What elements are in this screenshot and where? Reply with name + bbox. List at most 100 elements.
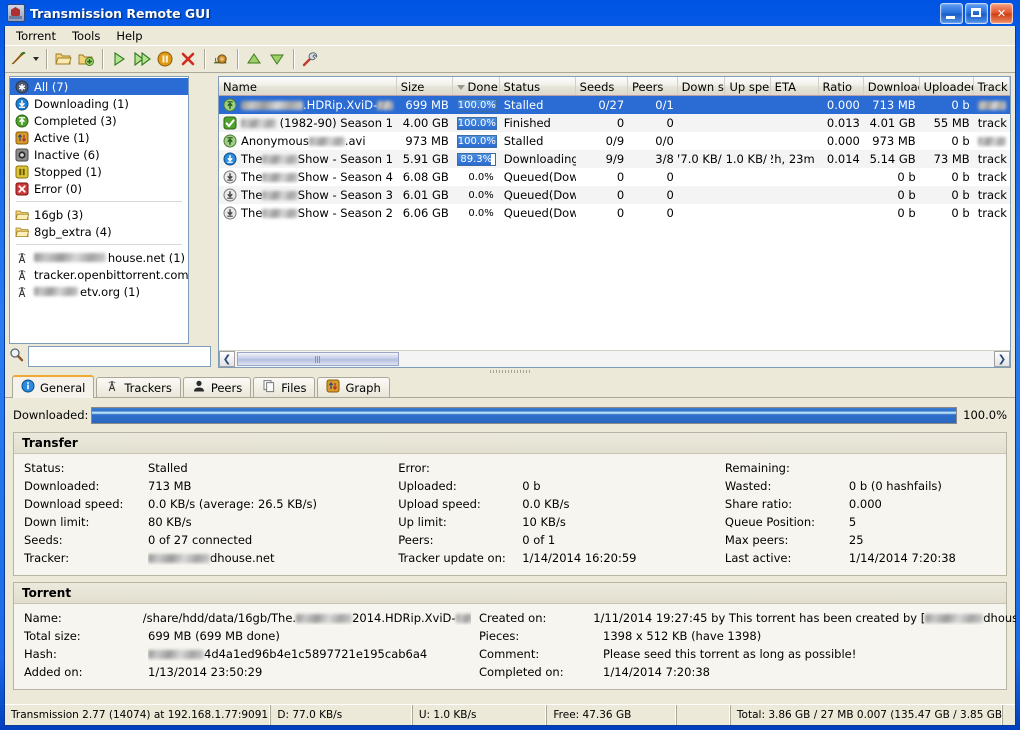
column-label: Peers <box>632 80 663 94</box>
sidebar-item-tracker-3[interactable]: etv.org (1) <box>10 283 188 300</box>
close-button[interactable]: ✕ <box>990 3 1013 24</box>
field-value: 713 MB <box>148 479 191 493</box>
tab-trackers[interactable]: Trackers <box>96 377 180 397</box>
app-icon <box>7 4 25 22</box>
scroll-left-button[interactable]: ❮ <box>219 351 235 367</box>
move-down-button[interactable] <box>266 48 288 70</box>
column-header-done[interactable]: Done <box>453 77 500 95</box>
torrent-seeds: 0 <box>576 186 628 204</box>
table-row[interactable]: The Show - Season 4 6.08 GB 0.0% Queued(… <box>219 168 1010 186</box>
table-row[interactable]: .HDRip.XviD- 699 MB 100.0% Stalled 0/27 … <box>219 96 1010 114</box>
column-header-downloaded[interactable]: Downloade <box>864 77 920 95</box>
torrent-up-speed <box>726 132 771 150</box>
torrent-down-speed <box>678 132 726 150</box>
horizontal-splitter[interactable] <box>5 368 1015 375</box>
table-row[interactable]: The Show - Season 2 6.06 GB 0.0% Queued(… <box>219 204 1010 222</box>
remove-torrent-button[interactable] <box>177 48 199 70</box>
scrollbar-track[interactable] <box>235 351 994 367</box>
column-header-status[interactable]: Status <box>500 77 576 95</box>
sidebar-item-error[interactable]: Error (0) <box>10 180 188 197</box>
sidebar-item-active[interactable]: Active (1) <box>10 129 188 146</box>
scrollbar-thumb[interactable] <box>237 352 399 366</box>
move-up-button[interactable] <box>243 48 265 70</box>
sidebar-item-downloading[interactable]: Downloading (1) <box>10 95 188 112</box>
torrent-peers: 0 <box>628 168 678 186</box>
maximize-button[interactable] <box>965 3 988 24</box>
pause-torrent-button[interactable] <box>154 48 176 70</box>
options-button[interactable] <box>299 48 321 70</box>
start-torrent-button[interactable] <box>108 48 130 70</box>
add-link-button[interactable] <box>75 48 97 70</box>
menu-torrent[interactable]: Torrent <box>8 27 64 45</box>
sidebar-item-tracker-2[interactable]: tracker.openbittorrent.com (5 <box>10 266 188 283</box>
open-folder-button[interactable] <box>52 48 74 70</box>
tab-graph[interactable]: Graph <box>317 377 389 397</box>
minimize-button[interactable] <box>940 3 963 24</box>
column-header-eta[interactable]: ETA <box>771 77 819 95</box>
tracker-icon <box>15 251 29 265</box>
column-header-ratio[interactable]: Ratio <box>819 77 864 95</box>
sidebar-item-inactive[interactable]: Inactive (6) <box>10 146 188 163</box>
column-header-peers[interactable]: Peers <box>628 77 678 95</box>
sort-descending-icon <box>457 85 465 90</box>
table-row[interactable]: Anonymous .avi 973 MB 100.0% Stalled 0/9… <box>219 132 1010 150</box>
status-spacer <box>677 705 731 725</box>
redacted-text <box>148 554 210 563</box>
field-value: 1/14/2014 16:20:59 <box>522 551 636 565</box>
torrent-uploaded: 0 b <box>920 204 974 222</box>
tab-general[interactable]: General <box>12 375 94 398</box>
torrent-name-suffix: Show - Season 3 <box>298 188 393 202</box>
tab-peers[interactable]: Peers <box>183 377 251 397</box>
redacted-text <box>34 253 106 262</box>
alt-speed-button[interactable] <box>210 48 232 70</box>
sidebar-search-row <box>5 344 215 368</box>
redacted-text <box>456 614 471 623</box>
sidebar-item-completed[interactable]: Completed (3) <box>10 112 188 129</box>
torrent-status: Stalled <box>500 96 576 114</box>
column-header-tracker[interactable]: Track <box>974 77 1010 95</box>
sidebar-item-folder-16gb[interactable]: 16gb (3) <box>10 206 188 223</box>
start-all-button[interactable] <box>131 48 153 70</box>
sidebar-item-tracker-1[interactable]: house.net (1) <box>10 249 188 266</box>
add-torrent-button[interactable] <box>7 48 29 70</box>
column-header-name[interactable]: Name <box>219 77 397 95</box>
sidebar-item-all[interactable]: ✱ All (7) <box>10 78 188 95</box>
column-header-down-speed[interactable]: Down sp <box>678 77 726 95</box>
sidebar-item-folder-8gb-extra[interactable]: 8gb_extra (4) <box>10 223 188 240</box>
menu-help[interactable]: Help <box>108 27 150 45</box>
column-header-up-speed[interactable]: Up spee <box>725 77 770 95</box>
column-header-uploaded[interactable]: Uploaded <box>920 77 974 95</box>
add-torrent-dropdown[interactable] <box>30 48 41 70</box>
table-row[interactable]: The Show - Season 3 6.01 GB 0.0% Queued(… <box>219 186 1010 204</box>
search-input[interactable] <box>28 346 211 367</box>
table-row[interactable]: The Show - Season 1 5.91 GB 89.3% Downlo… <box>219 150 1010 168</box>
tab-files[interactable]: Files <box>253 377 315 397</box>
field-value: 1/13/2014 23:50:29 <box>148 665 262 679</box>
torrent-seeds: 0 <box>576 204 628 222</box>
field-value: 1/14/2014 7:20:38 <box>603 665 710 679</box>
torrent-name: The <box>241 170 262 184</box>
field-value: 0 of 1 <box>522 533 555 547</box>
scroll-right-button[interactable]: ❯ <box>994 351 1010 367</box>
torrent-up-speed <box>726 96 771 114</box>
folder-icon <box>15 208 29 222</box>
title-bar: Transmission Remote GUI ✕ <box>4 0 1016 26</box>
field-value-2: 2014.HDRip.XviD- <box>352 611 455 625</box>
column-header-size[interactable]: Size <box>397 77 453 95</box>
torrent-size: 6.08 GB <box>397 168 453 186</box>
column-header-seeds[interactable]: Seeds <box>576 77 628 95</box>
download-icon <box>15 97 29 111</box>
field-value: 4d4a1ed96b4e1c5897721e195cab6a4 <box>204 647 427 661</box>
progress-text: 100.0% <box>458 118 496 129</box>
field-value: 0.0 KB/s (average: 26.5 KB/s) <box>148 497 317 511</box>
torrent-uploaded: 0 b <box>920 96 974 114</box>
sidebar-item-label: Downloading (1) <box>34 97 129 111</box>
torrent-size: 699 MB <box>397 96 453 114</box>
field-value: 0.000 <box>849 497 882 511</box>
table-row[interactable]: (1982-90) Season 1 4.00 GB 100.0% Finish… <box>219 114 1010 132</box>
menu-tools[interactable]: Tools <box>64 27 108 45</box>
active-icon <box>15 131 29 145</box>
redacted-text <box>377 101 393 110</box>
horizontal-scrollbar[interactable]: ❮ ❯ <box>219 350 1010 367</box>
sidebar-item-stopped[interactable]: Stopped (1) <box>10 163 188 180</box>
